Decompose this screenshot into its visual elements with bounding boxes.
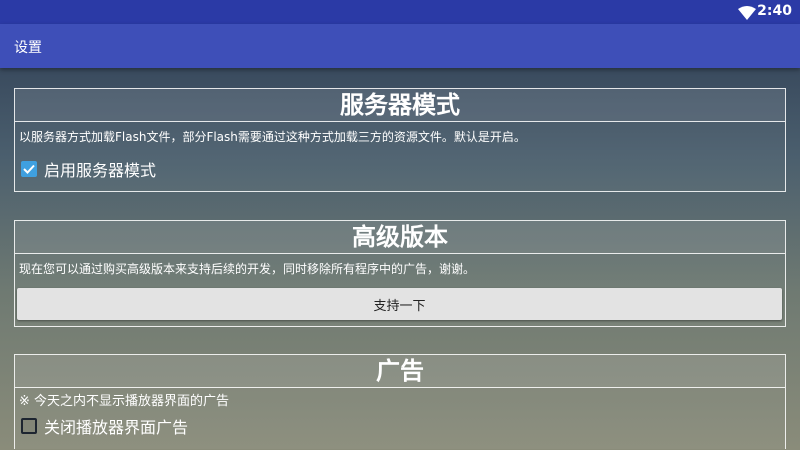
status-time: 2:40 bbox=[757, 3, 792, 19]
server-mode-description: 以服务器方式加载Flash文件，部分Flash需要通过这种方式加载三方的资源文件… bbox=[19, 130, 526, 144]
server-mode-section: 服务器模式 以服务器方式加载Flash文件，部分Flash需要通过这种方式加载三… bbox=[14, 88, 786, 192]
server-mode-toggle[interactable]: 启用服务器模式 bbox=[15, 145, 785, 181]
premium-heading: 高级版本 bbox=[15, 221, 785, 254]
server-mode-heading: 服务器模式 bbox=[15, 89, 785, 122]
ads-checkbox-label: 关闭播放器界面广告 bbox=[44, 418, 189, 437]
checkbox-checked-icon[interactable] bbox=[21, 161, 37, 177]
wifi-icon bbox=[738, 5, 756, 24]
server-mode-checkbox-label: 启用服务器模式 bbox=[44, 161, 157, 180]
app-bar: 设置 bbox=[0, 24, 800, 68]
checkbox-unchecked-icon[interactable] bbox=[21, 418, 37, 434]
ads-note: ※ 今天之内不显示播放器界面的广告 bbox=[19, 394, 230, 409]
page-title: 设置 bbox=[14, 40, 42, 56]
status-bar: 2:40 bbox=[0, 0, 800, 24]
premium-description: 现在您可以通过购买高级版本来支持后续的开发，同时移除所有程序中的广告，谢谢。 bbox=[19, 262, 476, 276]
support-button[interactable]: 支持一下 bbox=[17, 288, 782, 320]
ads-section: 广告 ※ 今天之内不显示播放器界面的广告 关闭播放器界面广告 bbox=[14, 354, 786, 449]
ads-toggle[interactable]: 关闭播放器界面广告 bbox=[15, 409, 785, 438]
ads-heading: 广告 bbox=[15, 355, 785, 388]
premium-section: 高级版本 现在您可以通过购买高级版本来支持后续的开发，同时移除所有程序中的广告，… bbox=[14, 220, 786, 327]
